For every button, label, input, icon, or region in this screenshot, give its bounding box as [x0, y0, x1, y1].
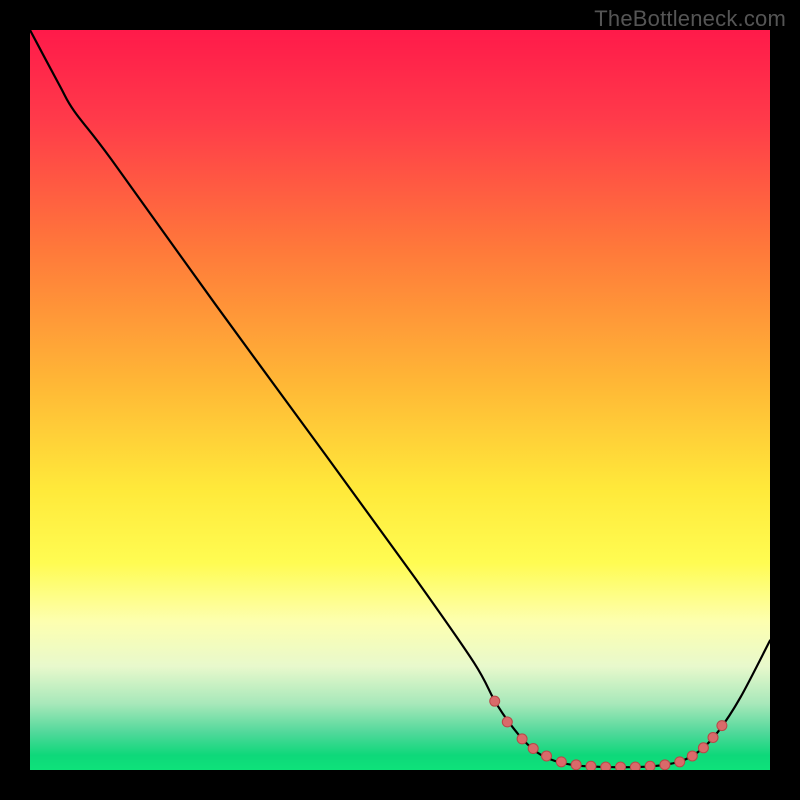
- curve-marker: [542, 751, 552, 761]
- curve-marker: [645, 761, 655, 770]
- curve-marker: [586, 761, 596, 770]
- watermark-text: TheBottleneck.com: [594, 6, 786, 32]
- curve-marker: [502, 717, 512, 727]
- curve-marker: [556, 757, 566, 767]
- background-gradient: [30, 30, 770, 770]
- curve-marker: [517, 734, 527, 744]
- curve-marker: [708, 732, 718, 742]
- curve-marker: [616, 762, 626, 770]
- curve-marker: [698, 743, 708, 753]
- curve-marker: [571, 760, 581, 770]
- curve-marker: [675, 757, 685, 767]
- curve-marker: [660, 760, 670, 770]
- curve-marker: [601, 762, 611, 770]
- chart-svg: [30, 30, 770, 770]
- curve-marker: [630, 762, 640, 770]
- curve-marker: [687, 751, 697, 761]
- curve-marker: [528, 744, 538, 754]
- curve-marker: [717, 721, 727, 731]
- plot-area: [30, 30, 770, 770]
- curve-marker: [490, 696, 500, 706]
